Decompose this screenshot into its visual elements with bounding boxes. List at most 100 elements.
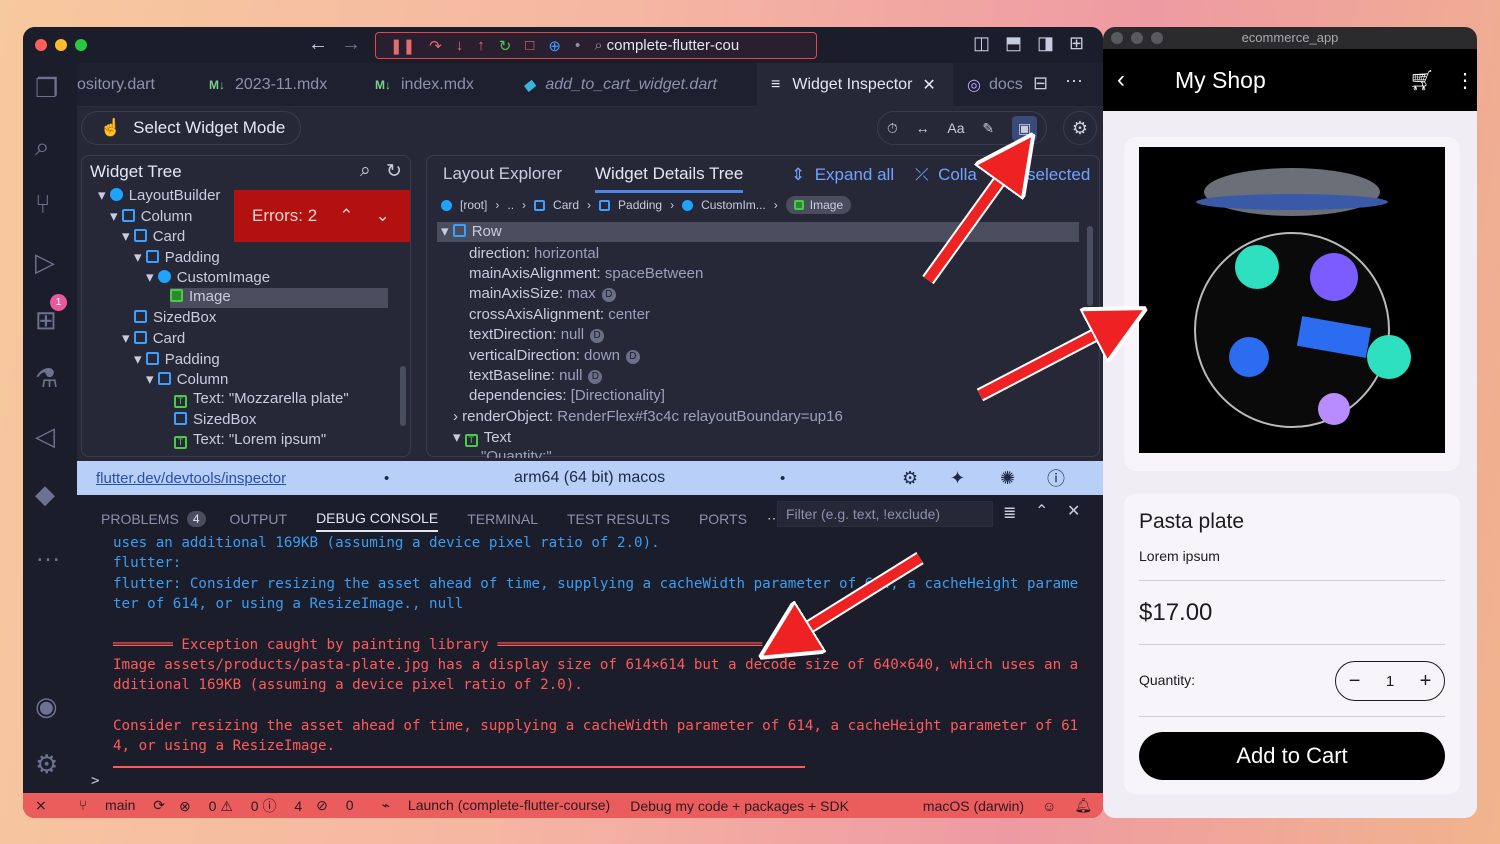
tree-node[interactable]: T Text: "Lorem ipsum" bbox=[174, 431, 326, 451]
close-tab-icon[interactable]: ✕ bbox=[922, 75, 935, 95]
toggle-sidebar-icon[interactable]: ◫ bbox=[973, 33, 990, 54]
console-filter-input[interactable]: Filter (e.g. text, !exclude) bbox=[777, 501, 993, 527]
devtools-url-link[interactable]: flutter.dev/devtools/inspector bbox=[96, 470, 286, 487]
toggle-secondary-sidebar-icon[interactable]: ◨ bbox=[1037, 33, 1054, 54]
close-window-button[interactable] bbox=[35, 39, 47, 51]
decrement-button[interactable]: − bbox=[1349, 670, 1361, 693]
prop-render-object[interactable]: › renderObject: RenderFlex#f3c4c relayou… bbox=[453, 408, 843, 425]
minimize-window-button[interactable] bbox=[55, 39, 67, 51]
step-into-icon[interactable]: ↓ bbox=[456, 37, 464, 54]
toggle-panel-icon[interactable]: ⬒ bbox=[1005, 33, 1022, 54]
select-widget-mode-button[interactable]: ☝ Select Widget Mode bbox=[81, 111, 301, 145]
tree-node[interactable]: ▾ Card bbox=[122, 329, 185, 349]
tab-test-results[interactable]: TEST RESULTS bbox=[567, 511, 670, 527]
settings-icon[interactable]: ⚙ bbox=[902, 468, 918, 489]
tree-scrollbar[interactable] bbox=[400, 366, 406, 426]
prop-cross-axis-alignment[interactable]: crossAxisAlignment: center bbox=[469, 306, 650, 323]
tab-docs[interactable]: ◎ docs bbox=[953, 63, 1033, 107]
notifications-icon[interactable]: 🔔︎ bbox=[1074, 797, 1092, 814]
back-arrow-icon[interactable]: ‹ bbox=[1117, 66, 1125, 94]
search-icon[interactable]: ⌕ bbox=[360, 160, 371, 182]
dart-icon[interactable]: ◆ bbox=[35, 479, 55, 510]
tree-node[interactable]: ▾ CustomImage bbox=[146, 268, 270, 288]
console-prompt[interactable]: > bbox=[91, 773, 100, 789]
tab-terminal[interactable]: TERMINAL bbox=[467, 511, 538, 527]
slow-animations-icon[interactable]: ⏱ bbox=[887, 120, 898, 137]
repaint-icon[interactable]: ✎ bbox=[982, 120, 994, 137]
more-actions-icon[interactable]: ⋯ bbox=[1065, 71, 1083, 92]
invert-oversized-images-icon[interactable]: ▣ bbox=[1011, 115, 1038, 141]
prop-vertical-direction[interactable]: verticalDirection: down D bbox=[469, 347, 640, 364]
tab-output[interactable]: OUTPUT bbox=[230, 511, 288, 527]
forward-arrow-icon[interactable]: → bbox=[341, 33, 361, 56]
explorer-icon[interactable]: ❐ bbox=[35, 73, 58, 104]
tab-debug-console[interactable]: DEBUG CONSOLE bbox=[316, 510, 439, 532]
accounts-icon[interactable]: ◉ bbox=[35, 691, 58, 722]
inspector-settings-icon[interactable]: ⚙ bbox=[1063, 111, 1097, 145]
tree-node[interactable]: SizedBox bbox=[134, 309, 216, 329]
details-text-node[interactable]: ▾ T Text bbox=[453, 428, 511, 447]
run-debug-icon[interactable]: ▷ bbox=[35, 247, 55, 278]
refresh-icon[interactable]: ↻ bbox=[386, 160, 402, 183]
tab-widget-details-tree[interactable]: Widget Details Tree bbox=[595, 164, 744, 193]
testing-icon[interactable]: ⚗ bbox=[35, 363, 58, 394]
help-icon[interactable]: ⓘ bbox=[1047, 465, 1065, 491]
back-arrow-icon[interactable]: ← bbox=[308, 33, 328, 56]
prop-main-axis-size[interactable]: mainAxisSize: max D bbox=[469, 285, 616, 302]
tree-node[interactable]: ▾ Card bbox=[122, 227, 185, 247]
previous-error-icon[interactable]: ⌃ bbox=[339, 206, 353, 226]
tree-node[interactable]: SizedBox bbox=[174, 411, 256, 431]
close-panel-icon[interactable]: ✕ bbox=[1067, 501, 1080, 521]
tab-2023-11-mdx[interactable]: M↓ 2023-11.mdx bbox=[195, 63, 361, 107]
extensions-icon[interactable]: ⊞ bbox=[35, 305, 57, 336]
branch-status[interactable]: ⑂ main ⟳ bbox=[65, 797, 165, 814]
guidelines-icon[interactable]: ↔ bbox=[916, 120, 930, 136]
flutter-icon[interactable]: ◁ bbox=[35, 421, 55, 452]
details-row-selected[interactable]: ▾ Row bbox=[437, 222, 1079, 242]
baselines-icon[interactable]: Aa bbox=[947, 120, 964, 136]
manage-gear-icon[interactable]: ⚙ bbox=[35, 749, 58, 780]
prop-direction[interactable]: direction: horizontal bbox=[469, 245, 599, 262]
tab-layout-explorer[interactable]: Layout Explorer bbox=[443, 164, 562, 184]
prop-main-axis-alignment[interactable]: mainAxisAlignment: spaceBetween bbox=[469, 265, 703, 282]
tree-node[interactable]: ▾ Column bbox=[110, 207, 192, 227]
tree-node[interactable]: ▾ Padding bbox=[134, 350, 220, 370]
clear-console-icon[interactable]: ≣ bbox=[1003, 503, 1016, 523]
tab-index-mdx[interactable]: M↓ index.mdx bbox=[361, 63, 509, 107]
increment-button[interactable]: + bbox=[1420, 670, 1432, 693]
launch-status[interactable]: ⌁ Launch (complete-flutter-course) bbox=[368, 797, 611, 814]
step-over-icon[interactable]: ↷ bbox=[429, 37, 442, 55]
bug-report-icon[interactable]: ✺ bbox=[1000, 468, 1015, 489]
ports-status[interactable]: ⊘ 0 bbox=[316, 797, 353, 814]
add-to-cart-button[interactable]: Add to Cart bbox=[1139, 732, 1445, 780]
customize-layout-icon[interactable]: ⊞ bbox=[1069, 33, 1084, 54]
stop-icon[interactable]: □ bbox=[525, 37, 534, 54]
tree-node[interactable]: ▾ LayoutBuilder bbox=[98, 186, 220, 206]
command-search[interactable]: complete-flutter-cou bbox=[607, 37, 740, 54]
split-editor-icon[interactable]: ⊟ bbox=[1033, 73, 1048, 94]
inspect-icon[interactable]: ⊕ bbox=[548, 37, 561, 55]
zoom-window-button[interactable] bbox=[75, 39, 87, 51]
search-icon[interactable]: ⌕ bbox=[35, 131, 50, 163]
tree-node[interactable]: T Text: "Mozzarella plate" bbox=[174, 390, 349, 410]
maximize-panel-icon[interactable]: ⌃ bbox=[1035, 501, 1048, 521]
tab-widget-inspector[interactable]: ≡ Widget Inspector ✕ bbox=[757, 63, 953, 107]
tab-ports[interactable]: PORTS bbox=[699, 511, 747, 527]
more-icon[interactable]: … bbox=[35, 537, 61, 568]
restart-icon[interactable]: ↻ bbox=[499, 37, 512, 55]
platform-status[interactable]: macOS (darwin) bbox=[923, 798, 1024, 814]
remote-icon[interactable]: ⨯ bbox=[35, 797, 47, 814]
step-out-icon[interactable]: ↑ bbox=[477, 37, 485, 54]
source-control-icon[interactable]: ⑂ bbox=[35, 189, 51, 220]
extension-icon[interactable]: ✦ bbox=[950, 468, 965, 489]
collapse-button[interactable]: ⤫ Colla bbox=[915, 165, 977, 185]
problems-status[interactable]: ⊗ 0 ⚠ 0 ⓘ 4 bbox=[179, 796, 302, 816]
tree-node[interactable]: ▾ Padding bbox=[134, 248, 220, 268]
pause-icon[interactable]: ❚❚ bbox=[390, 37, 415, 55]
copilot-icon[interactable]: ☺ bbox=[1042, 798, 1056, 814]
tab-add-to-cart-widget[interactable]: ◆ add_to_cart_widget.dart bbox=[509, 63, 757, 107]
tree-node-selected[interactable]: Image bbox=[170, 288, 388, 308]
cart-icon[interactable]: 🛒︎ bbox=[1409, 68, 1434, 93]
debug-mode-status[interactable]: Debug my code + packages + SDK bbox=[630, 798, 849, 814]
expand-all-button[interactable]: ⇕ Expand all bbox=[791, 165, 894, 185]
